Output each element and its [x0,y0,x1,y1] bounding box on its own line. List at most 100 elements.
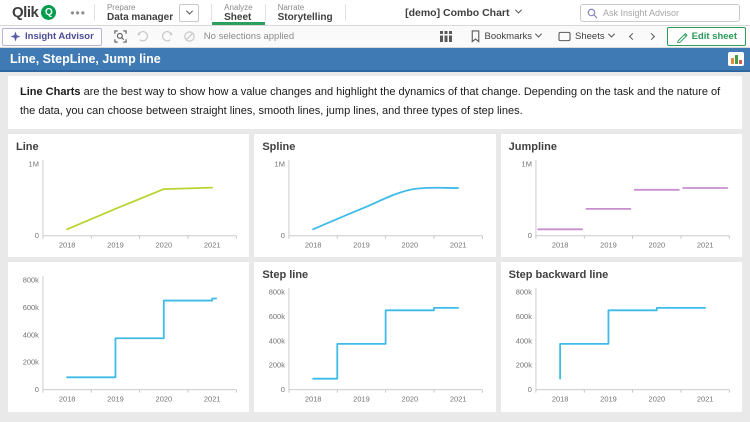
nav-narrate-value: Storytelling [278,12,333,23]
svg-text:600k: 600k [269,312,285,321]
svg-text:800k: 800k [269,288,285,297]
svg-text:1M: 1M [521,159,531,168]
svg-text:2020: 2020 [648,395,665,404]
svg-text:2021: 2021 [450,240,467,249]
chevron-left-icon [629,33,636,40]
step-after-chart[interactable]: 0200k400k600k800k2018201920202021 [16,272,241,406]
smart-search-icon[interactable] [114,30,127,43]
app-title-menu[interactable]: [demo] Combo Chart [346,0,580,25]
svg-text:2018: 2018 [551,395,568,404]
chart-card-spline[interactable]: Spline 01M2018201920202021 [254,134,495,258]
nav-analyze-value: Sheet [224,12,252,23]
pencil-icon [676,31,688,43]
chart-card-line[interactable]: Line 01M2018201920202021 [8,134,249,258]
qlik-logo[interactable]: Qlik Q [0,0,62,25]
chevron-down-icon [608,31,615,38]
grid-icon [439,30,453,43]
redo-icon [160,30,173,43]
spline-chart[interactable]: 01M2018201920202021 [262,156,487,252]
prepare-dropdown-button[interactable] [179,4,199,22]
chart-svg: 0200k400k600k800k2018201920202021 [509,284,734,406]
svg-text:2018: 2018 [551,240,568,249]
insight-advisor-icon [10,31,21,42]
step-backward-chart[interactable]: 0200k400k600k800k2018201920202021 [509,284,734,406]
nav-analyze-text: Analyze Sheet [224,3,252,23]
insight-advisor-search[interactable] [580,4,740,22]
chevron-down-icon [186,8,193,15]
bookmarks-menu[interactable]: Bookmarks [462,30,550,43]
svg-text:600k: 600k [23,303,39,312]
chart-svg: 01M2018201920202021 [16,156,241,252]
nav-analyze[interactable]: Analyze Sheet [212,0,264,25]
svg-text:0: 0 [281,231,285,240]
chart-card-step-after[interactable]: 0200k400k600k800k2018201920202021 [8,262,249,412]
selections-status: No selections applied [204,31,294,42]
nav-narrate-text: Narrate Storytelling [278,3,333,23]
svg-text:2019: 2019 [354,240,371,249]
chart-title: Step line [262,268,487,282]
nav-prepare-value: Data manager [107,12,173,23]
nav-prepare-text: Prepare Data manager [107,3,173,23]
chevron-down-icon [535,31,542,38]
app-title: [demo] Combo Chart [405,7,509,19]
edit-sheet-label: Edit sheet [692,31,737,42]
chart-card-step-backward[interactable]: Step backward line 0200k400k600k800k2018… [501,262,742,412]
chart-title: Spline [262,140,487,154]
svg-text:2018: 2018 [305,240,322,249]
more-menu-button[interactable]: ••• [62,0,94,25]
insight-advisor-label: Insight Advisor [25,31,94,42]
line-chart[interactable]: 01M2018201920202021 [16,156,241,252]
svg-text:2021: 2021 [450,395,467,404]
svg-text:0: 0 [527,385,531,394]
chart-title: Jumpline [509,140,734,154]
chart-svg: 0200k400k600k800k2018201920202021 [16,272,241,406]
description-text-card: Line Charts are the best way to show how… [8,76,742,129]
sheet-thumbnail-icon [728,52,744,66]
sheets-menu[interactable]: Sheets [550,31,622,42]
svg-text:2019: 2019 [107,395,124,404]
chart-row-2: 0 200k 400k 600k 800k 2018 2019 2020 2021 Step l… [8,262,742,412]
chart-svg: 01M2018201920202021 [262,156,487,252]
svg-text:2019: 2019 [600,240,617,249]
nav-prepare[interactable]: Prepare Data manager [95,0,211,25]
sheet-overview-button[interactable] [431,30,461,43]
next-sheet-button[interactable] [642,34,661,39]
svg-text:2019: 2019 [600,395,617,404]
qlik-sense-app: Qlik Q ••• Prepare Data manager Analyze … [0,0,750,422]
svg-text:2021: 2021 [204,395,221,404]
svg-text:2020: 2020 [156,240,173,249]
step-line-chart[interactable]: 0200k400k600k800k2018201920202021 [262,284,487,406]
chart-title: Step backward line [509,268,734,282]
svg-text:2019: 2019 [107,240,124,249]
svg-text:2021: 2021 [697,395,714,404]
svg-text:1M: 1M [275,159,285,168]
qlik-logo-text: Qlik [12,4,38,21]
top-bar: Qlik Q ••• Prepare Data manager Analyze … [0,0,750,26]
description-lead: Line Charts [20,86,81,98]
bookmark-icon [470,30,481,43]
svg-text:2020: 2020 [648,240,665,249]
svg-text:2018: 2018 [59,395,76,404]
previous-sheet-button[interactable] [623,34,642,39]
nav-narrate[interactable]: Narrate Storytelling [266,0,345,25]
chart-card-step-line[interactable]: Step line 0200k400k600k800k2018201920202… [254,262,495,412]
svg-text:2021: 2021 [697,240,714,249]
edit-sheet-button[interactable]: Edit sheet [667,27,746,46]
svg-text:200k: 200k [269,361,285,370]
sheet-title: Line, StepLine, Jump line [10,52,161,66]
svg-text:1M: 1M [29,159,39,168]
bookmarks-label: Bookmarks [485,31,533,42]
chart-card-jumpline[interactable]: Jumpline 0 1M 2018 2019 2020 2021 [501,134,742,258]
svg-text:400k: 400k [515,337,531,346]
qlik-logo-q-icon: Q [41,5,56,20]
svg-text:0: 0 [527,231,531,240]
svg-text:400k: 400k [23,331,39,340]
svg-text:600k: 600k [515,312,531,321]
jumpline-chart[interactable]: 0 1M 2018 2019 2020 2021 [509,156,734,252]
chart-title: Line [16,140,241,154]
search-input[interactable] [603,8,723,18]
insight-advisor-button[interactable]: Insight Advisor [2,28,102,46]
selection-tools [114,30,196,43]
nav-analyze-label: Analyze [224,3,252,12]
svg-text:0: 0 [35,231,39,240]
